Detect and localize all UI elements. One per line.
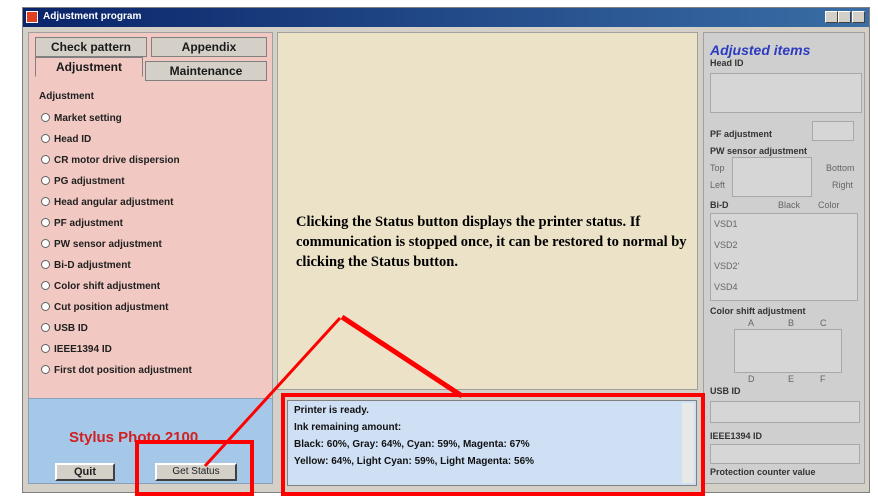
radio-pw-sensor[interactable]: PW sensor adjustment <box>41 239 162 250</box>
radio-bid-adjustment[interactable]: Bi-D adjustment <box>41 260 131 271</box>
protection-counter-label: Protection counter value <box>710 467 816 477</box>
color-shift-col: B <box>788 318 795 328</box>
maximize-button[interactable] <box>838 11 851 23</box>
adjusted-items-panel: Adjusted items Head ID PF adjustment PW … <box>703 32 865 484</box>
pw-top-label: Top <box>710 163 725 173</box>
annotation-text: Clicking the Status button displays the … <box>296 214 687 270</box>
head-id-field <box>710 73 862 113</box>
radio-color-shift[interactable]: Color shift adjustment <box>41 281 160 292</box>
pw-sensor-values <box>732 157 812 197</box>
work-area <box>277 32 698 390</box>
window-title: Adjustment program <box>43 11 142 22</box>
color-shift-col: A <box>748 318 755 328</box>
radio-pg-adjustment[interactable]: PG adjustment <box>41 176 125 187</box>
bid-color-label: Color <box>818 200 840 210</box>
radio-icon <box>41 197 50 206</box>
bid-black-label: Black <box>778 200 801 210</box>
tab-maintenance[interactable]: Maintenance <box>145 61 267 81</box>
ieee1394-id-field <box>710 444 860 464</box>
highlight-status-box <box>281 393 705 496</box>
radio-icon <box>41 323 50 332</box>
pw-bottom-label: Bottom <box>826 163 855 173</box>
tab-appendix[interactable]: Appendix <box>151 37 267 57</box>
bid-row-label: VSD1 <box>714 219 738 229</box>
highlight-get-status <box>135 440 254 496</box>
quit-button[interactable]: Quit <box>55 463 115 481</box>
usb-id-label: USB ID <box>710 386 741 396</box>
radio-first-dot[interactable]: First dot position adjustment <box>41 365 192 376</box>
radio-icon <box>41 113 50 122</box>
color-shift-col: D <box>748 374 755 384</box>
minimize-button[interactable] <box>825 11 838 23</box>
ieee1394-id-label: IEEE1394 ID <box>710 431 763 441</box>
bid-row-label: VSD2 <box>714 240 738 250</box>
radio-icon <box>41 260 50 269</box>
adjustment-panel: Check pattern Appendix Adjustment Mainte… <box>28 32 273 400</box>
color-shift-table <box>734 329 842 373</box>
radio-usb-id[interactable]: USB ID <box>41 323 88 334</box>
radio-icon <box>41 218 50 227</box>
radio-icon <box>41 176 50 185</box>
close-button[interactable] <box>852 11 865 23</box>
radio-head-angular[interactable]: Head angular adjustment <box>41 197 173 208</box>
pf-adjustment-label: PF adjustment <box>710 129 773 139</box>
usb-id-field <box>710 401 860 423</box>
pw-sensor-label: PW sensor adjustment <box>710 146 808 156</box>
bid-label: Bi-D <box>710 200 729 210</box>
color-shift-col: C <box>820 318 827 328</box>
color-shift-col: F <box>820 374 826 384</box>
adjustment-group-label: Adjustment <box>39 91 94 102</box>
radio-icon <box>41 281 50 290</box>
radio-market-setting[interactable]: Market setting <box>41 113 122 124</box>
title-bar: Adjustment program <box>23 8 869 27</box>
tab-check-pattern[interactable]: Check pattern <box>35 37 147 57</box>
app-icon <box>26 11 38 23</box>
adjusted-items-title: Adjusted items <box>710 42 811 58</box>
radio-ieee1394-id[interactable]: IEEE1394 ID <box>41 344 112 355</box>
radio-icon <box>41 365 50 374</box>
head-id-label: Head ID <box>710 58 744 68</box>
tab-adjustment[interactable]: Adjustment <box>35 57 143 77</box>
radio-icon <box>41 155 50 164</box>
bid-row-label: VSD2' <box>714 261 740 271</box>
radio-icon <box>41 344 50 353</box>
radio-pf-adjustment[interactable]: PF adjustment <box>41 218 123 229</box>
radio-cr-motor[interactable]: CR motor drive dispersion <box>41 155 180 166</box>
pw-right-label: Right <box>832 180 854 190</box>
pf-adjustment-field <box>812 121 854 141</box>
color-shift-col: E <box>788 374 795 384</box>
radio-icon <box>41 239 50 248</box>
radio-icon <box>41 302 50 311</box>
radio-head-id[interactable]: Head ID <box>41 134 91 145</box>
pw-left-label: Left <box>710 180 726 190</box>
radio-cut-position[interactable]: Cut position adjustment <box>41 302 168 313</box>
bid-row-label: VSD4 <box>714 282 738 292</box>
color-shift-label: Color shift adjustment <box>710 306 806 316</box>
radio-icon <box>41 134 50 143</box>
